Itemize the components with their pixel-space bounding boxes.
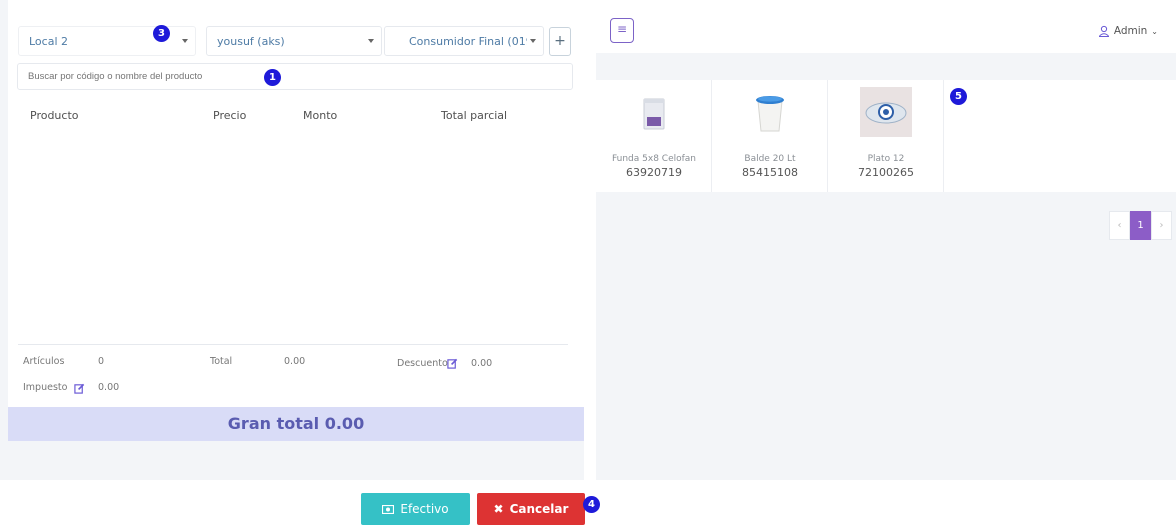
product-card[interactable]: Funda 5x8 Celofan 63920719 xyxy=(596,80,712,192)
product-search-input[interactable] xyxy=(17,63,573,90)
column-header-subtotal: Total parcial xyxy=(441,109,508,122)
product-name: Balde 20 Lt xyxy=(744,154,796,164)
product-card[interactable]: Balde 20 Lt 85415108 xyxy=(712,80,828,192)
product-code: 85415108 xyxy=(742,166,798,179)
next-page-button[interactable]: › xyxy=(1151,211,1172,240)
chevron-down-icon xyxy=(530,39,536,43)
grand-total: Gran total 0.00 xyxy=(8,407,584,441)
product-name: Funda 5x8 Celofan xyxy=(611,154,697,164)
chevron-down-icon xyxy=(368,39,374,43)
cancel-button-label: Cancelar xyxy=(509,502,569,516)
product-image-bag xyxy=(643,98,665,130)
cash-button-label: Efectivo xyxy=(400,502,449,516)
step-badge-3: 3 xyxy=(153,25,170,42)
pos-form xyxy=(8,0,584,407)
page-button-current[interactable]: 1 xyxy=(1130,211,1151,240)
add-customer-button[interactable]: + xyxy=(549,27,571,56)
step-badge-5: 5 xyxy=(950,88,967,105)
user-icon xyxy=(1098,25,1109,37)
hamburger-icon: ≡ xyxy=(616,22,628,36)
tax-label: Impuesto xyxy=(23,382,68,393)
product-browser: ≡ Admin ⌄ Funda 5x8 Celofan 63920719 Bal… xyxy=(596,0,1176,480)
articles-value: 0 xyxy=(98,356,105,367)
step-badge-4: 4 xyxy=(583,496,600,513)
column-header-product: Producto xyxy=(30,109,79,122)
articles-label: Artículos xyxy=(23,356,65,367)
product-code: 72100265 xyxy=(858,166,914,179)
product-card[interactable]: Plato 12 72100265 xyxy=(828,80,944,192)
column-header-price: Precio xyxy=(213,109,247,122)
user-select-value: yousuf (aks) xyxy=(217,34,285,48)
tax-value: 0.00 xyxy=(98,382,120,393)
product-grid: Funda 5x8 Celofan 63920719 Balde 20 Lt 8… xyxy=(596,80,1176,192)
product-image-plate xyxy=(860,87,912,137)
edit-tax-icon[interactable] xyxy=(74,383,85,394)
user-select[interactable]: yousuf (aks) xyxy=(206,26,382,56)
menu-toggle-button[interactable]: ≡ xyxy=(610,18,634,43)
cancel-button[interactable]: ✖ Cancelar xyxy=(477,493,585,525)
location-select-value: Local 2 xyxy=(29,34,69,48)
total-value: 0.00 xyxy=(284,356,306,367)
discount-value: 0.00 xyxy=(471,358,493,369)
user-name: Admin xyxy=(1113,25,1148,37)
user-menu[interactable]: Admin ⌄ xyxy=(1098,25,1158,37)
cash-icon xyxy=(382,504,395,514)
chevron-down-icon xyxy=(182,39,188,43)
previous-page-button[interactable]: ‹ xyxy=(1109,211,1130,240)
product-image-bucket xyxy=(756,96,784,132)
pagination: ‹ 1 › xyxy=(1109,211,1173,240)
column-header-amount: Monto xyxy=(303,109,338,122)
top-navbar: ≡ Admin ⌄ xyxy=(596,0,1176,53)
discount-label: Descuento xyxy=(397,358,448,369)
product-name: Plato 12 xyxy=(867,154,905,164)
total-label: Total xyxy=(210,356,233,367)
customer-select-value: Consumidor Final (01923( xyxy=(409,34,527,48)
chevron-down-icon: ⌄ xyxy=(1151,26,1158,36)
customer-select[interactable]: Consumidor Final (01923( xyxy=(384,26,544,56)
product-code: 63920719 xyxy=(626,166,682,179)
cash-payment-button[interactable]: Efectivo xyxy=(361,493,470,525)
close-icon: ✖ xyxy=(493,502,504,516)
step-badge-1: 1 xyxy=(264,69,281,86)
edit-discount-icon[interactable] xyxy=(447,358,458,369)
summary-divider xyxy=(18,344,568,345)
